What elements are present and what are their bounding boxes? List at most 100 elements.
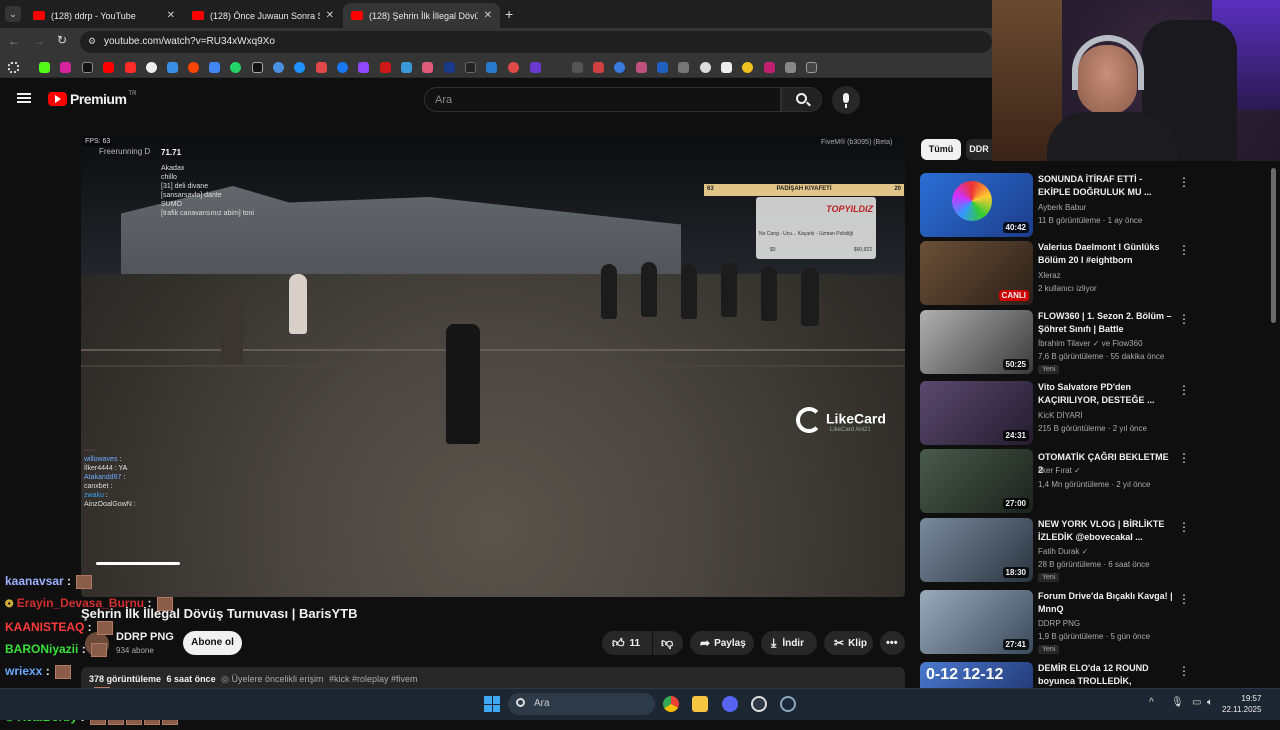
bookmark-icon[interactable] xyxy=(530,62,541,73)
close-tab-icon[interactable]: ✕ xyxy=(326,10,334,21)
video-thumbnail[interactable]: CANLI xyxy=(920,241,1033,305)
forward-icon[interactable]: → xyxy=(33,34,45,48)
progress-bar[interactable] xyxy=(96,562,180,565)
volume-icon[interactable]: 🔈︎ xyxy=(1207,697,1213,708)
recommendation-title[interactable]: Vito Salvatore PD'den KAÇIRILIYOR, DESTE… xyxy=(1038,381,1176,407)
tab-search-button[interactable]: ⌄ xyxy=(5,6,21,22)
recommendation-channel[interactable]: İbrahim Tilaver ✓ ve Flow360 xyxy=(1038,339,1143,348)
download-button[interactable]: ⤓ İndir xyxy=(761,631,817,655)
video-player[interactable]: FPS: 63 Freerunning D 71.71 Akadax chill… xyxy=(81,134,905,597)
microphone-icon[interactable]: 🎙︎ xyxy=(1171,697,1184,708)
more-vertical-icon[interactable]: ⋮ xyxy=(1178,312,1190,326)
address-bar[interactable]: ⚙ youtube.com/watch?v=RU34xWxq9Xo xyxy=(80,31,992,53)
bookmark-icon[interactable] xyxy=(806,62,817,73)
voice-search-button[interactable] xyxy=(832,86,860,114)
bookmark-reddit-icon[interactable] xyxy=(188,62,199,73)
more-vertical-icon[interactable]: ⋮ xyxy=(1178,175,1190,189)
search-button[interactable] xyxy=(781,87,822,112)
recommendation-6[interactable]: 18:30 NEW YORK VLOG | BİRLİKTE İZLEDİK @… xyxy=(920,518,1190,582)
new-tab-button[interactable]: + xyxy=(505,6,513,22)
bookmark-youtube-icon[interactable] xyxy=(103,62,114,73)
taskbar-search[interactable]: Ara xyxy=(508,693,655,715)
bookmark-icon[interactable] xyxy=(764,62,775,73)
bookmark-icon[interactable] xyxy=(146,62,157,73)
video-thumbnail[interactable]: 50:25 xyxy=(920,310,1033,374)
bookmark-icon[interactable] xyxy=(167,62,178,73)
back-icon[interactable]: ← xyxy=(8,34,20,48)
recommendation-title[interactable]: FLOW360 | 1. Sezon 2. Bölüm – Şöhret Sın… xyxy=(1038,310,1176,336)
bookmark-instagram-icon[interactable] xyxy=(60,62,71,73)
close-tab-icon[interactable]: ✕ xyxy=(484,10,492,21)
recommendation-8[interactable]: 0-12 12-12 DEMİR ELO'da 12 ROUND boyunca… xyxy=(920,662,1190,688)
monitor-icon[interactable]: ▭ xyxy=(1192,697,1201,708)
chip-ddr[interactable]: DDR xyxy=(966,139,992,160)
video-thumbnail[interactable]: 27:41 xyxy=(920,590,1033,654)
browser-tab-2[interactable]: (128) Önce Juwaun Sonra Şehrin ✕ xyxy=(184,3,342,28)
recommendation-7[interactable]: 27:41 Forum Drive'da Bıçaklı Kavga! | Mn… xyxy=(920,590,1190,654)
video-thumbnail[interactable]: 18:30 xyxy=(920,518,1033,582)
bookmark-icon[interactable] xyxy=(614,62,625,73)
browser-tab-1[interactable]: (128) ddrp - YouTube ✕ xyxy=(25,3,183,28)
site-info-icon[interactable]: ⚙ xyxy=(88,36,96,47)
video-thumbnail[interactable]: 0-12 12-12 xyxy=(920,662,1033,688)
tray-chevron-icon[interactable]: ^ xyxy=(1149,697,1154,708)
bookmark-icon[interactable] xyxy=(657,62,668,73)
bookmark-icon[interactable] xyxy=(316,62,327,73)
recommendation-title[interactable]: Forum Drive'da Bıçaklı Kavga! | MnnQ xyxy=(1038,590,1176,616)
app-icon[interactable] xyxy=(751,696,767,712)
more-vertical-icon[interactable]: ⋮ xyxy=(1178,592,1190,606)
recommendation-4[interactable]: 24:31 Vito Salvatore PD'den KAÇIRILIYOR,… xyxy=(920,381,1190,445)
taskbar-clock[interactable]: 19:57 22.11.2025 xyxy=(1222,693,1261,715)
bookmark-icon[interactable] xyxy=(401,62,412,73)
bookmark-icon[interactable] xyxy=(209,62,220,73)
recommendation-channel[interactable]: Xleraz xyxy=(1038,271,1061,280)
recommendation-title[interactable]: DEMİR ELO'da 12 ROUND boyunca TROLLEDİK,… xyxy=(1038,662,1176,688)
bookmark-icon[interactable] xyxy=(742,62,753,73)
bookmark-icon[interactable] xyxy=(273,62,284,73)
recommendation-1[interactable]: 40:42 SONUNDA İTİRAF ETTİ - EKİPLE DOĞRU… xyxy=(920,173,1190,237)
bookmark-facebook-icon[interactable] xyxy=(337,62,348,73)
bookmark-icon[interactable] xyxy=(700,62,711,73)
video-thumbnail[interactable]: 27:00 xyxy=(920,449,1033,513)
steam-icon[interactable] xyxy=(780,696,796,712)
more-vertical-icon[interactable]: ⋮ xyxy=(1178,520,1190,534)
bookmark-x-icon[interactable] xyxy=(82,62,93,73)
bookmark-icon[interactable] xyxy=(508,62,519,73)
recommendation-channel[interactable]: DDRP PNG xyxy=(1038,619,1080,628)
bookmark-whatsapp-icon[interactable] xyxy=(230,62,241,73)
youtube-logo[interactable]: Premium TR xyxy=(48,91,136,107)
reload-icon[interactable]: ↻ xyxy=(57,33,67,47)
bookmark-icon[interactable] xyxy=(636,62,647,73)
close-tab-icon[interactable]: ✕ xyxy=(167,10,175,21)
more-vertical-icon[interactable]: ⋮ xyxy=(1178,451,1190,465)
bookmark-icon[interactable] xyxy=(444,62,455,73)
bookmark-icon[interactable] xyxy=(572,62,583,73)
bookmark-icon[interactable] xyxy=(422,62,433,73)
sidebar-scrollbar[interactable] xyxy=(1271,168,1276,323)
chip-all[interactable]: Tümü xyxy=(921,139,961,160)
menu-icon[interactable] xyxy=(17,93,31,103)
bookmark-icon[interactable] xyxy=(465,62,476,73)
video-thumbnail[interactable]: 24:31 xyxy=(920,381,1033,445)
bookmark-icon[interactable] xyxy=(785,62,796,73)
clip-button[interactable]: ✂ Klip xyxy=(824,631,873,655)
recommendation-channel[interactable]: İlker Fırat ✓ xyxy=(1038,466,1081,475)
more-vertical-icon[interactable]: ⋮ xyxy=(1178,664,1190,678)
browser-tab-3[interactable]: (128) Şehrin İlk İllegal Dövüş Tu ✕ xyxy=(343,3,500,28)
recommendation-channel[interactable]: Fatih Durak ✓ xyxy=(1038,547,1088,556)
more-vertical-icon[interactable]: ⋮ xyxy=(1178,383,1190,397)
bookmark-twitch-icon[interactable] xyxy=(358,62,369,73)
like-button[interactable]: 👍︎ 11 xyxy=(602,631,652,655)
more-vertical-icon[interactable]: ⋮ xyxy=(1178,243,1190,257)
bookmark-icon[interactable] xyxy=(721,62,732,73)
video-thumbnail[interactable]: 40:42 xyxy=(920,173,1033,237)
recommendation-channel[interactable]: KicK DİYARİ xyxy=(1038,411,1083,420)
start-button[interactable] xyxy=(484,696,500,712)
recommendation-title[interactable]: NEW YORK VLOG | BİRLİKTE İZLEDİK @ebovec… xyxy=(1038,518,1176,544)
bookmark-icon[interactable] xyxy=(593,62,604,73)
bookmark-icon[interactable] xyxy=(294,62,305,73)
dislike-button[interactable]: 👎︎ xyxy=(653,631,683,655)
recommendation-5[interactable]: 27:00 OTOMATİK ÇAĞRI BEKLETME 2 İlker Fı… xyxy=(920,449,1190,513)
search-input[interactable]: Ara xyxy=(424,87,781,112)
bookmark-icon[interactable] xyxy=(252,62,263,73)
